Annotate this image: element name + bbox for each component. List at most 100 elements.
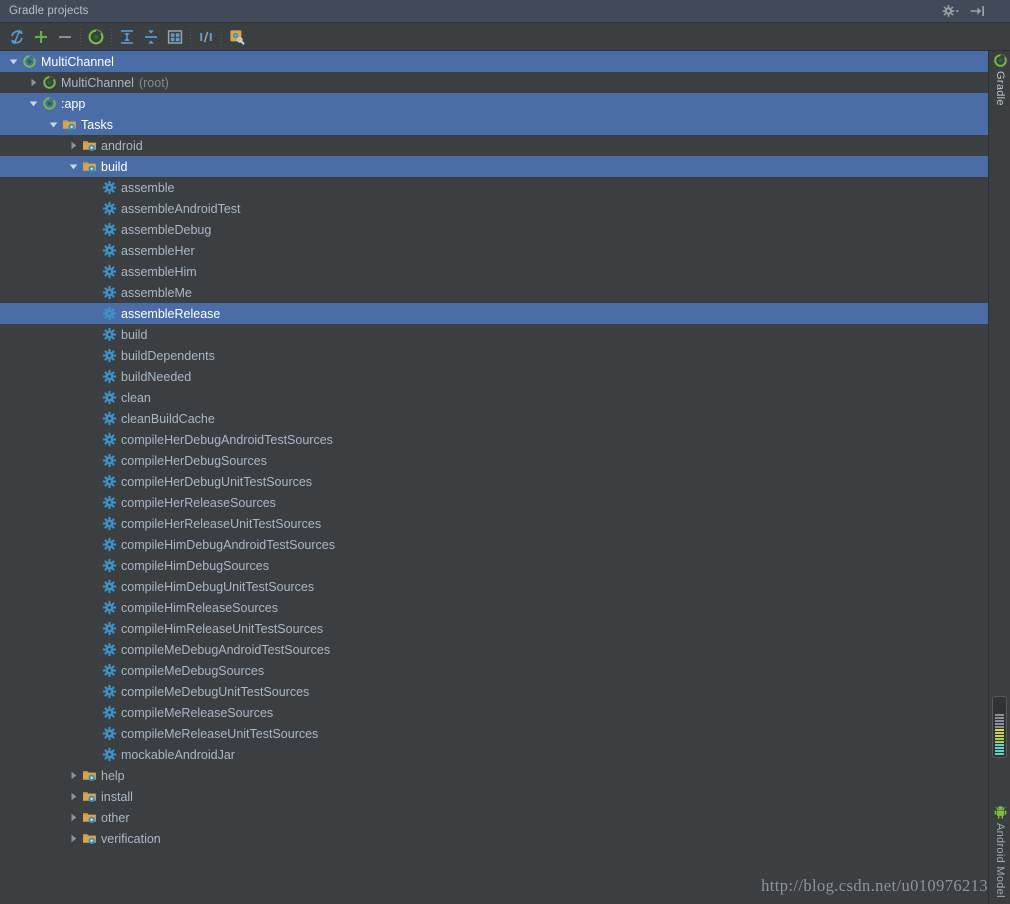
chevron-right-icon[interactable] — [69, 771, 78, 780]
tree-row-label: compileHerDebugAndroidTestSources — [121, 432, 333, 447]
memory-bar — [995, 714, 1004, 716]
hide-tool-window-button[interactable] — [970, 4, 986, 18]
chevron-down-icon[interactable] — [29, 99, 38, 108]
tree-expander — [86, 618, 100, 639]
tree-row[interactable]: Tasks — [0, 114, 988, 135]
tree-row[interactable]: other — [0, 807, 988, 828]
gradle-project-tree[interactable]: MultiChannel MultiChannel (root):app Tasks a… — [0, 51, 988, 904]
tree-row[interactable]: assembleMe — [0, 282, 988, 303]
execute-task-button[interactable] — [84, 25, 108, 49]
task-icon — [100, 744, 118, 765]
task-icon — [102, 285, 116, 300]
gradle-tool-window: Gradle projects MultiChannel MultiChanne… — [0, 0, 1010, 904]
tree-row[interactable]: assembleAndroidTest — [0, 198, 988, 219]
remove-button[interactable] — [53, 25, 77, 49]
task-icon — [102, 306, 116, 321]
tree-row[interactable]: cleanBuildCache — [0, 408, 988, 429]
tree-row[interactable]: buildNeeded — [0, 366, 988, 387]
tree-expander[interactable] — [46, 114, 60, 135]
collapse-all-button[interactable] — [139, 25, 163, 49]
tree-row[interactable]: compileMeDebugAndroidTestSources — [0, 639, 988, 660]
task-icon — [100, 261, 118, 282]
tree-expander[interactable] — [66, 828, 80, 849]
task-icon — [102, 243, 116, 258]
tree-expander — [86, 282, 100, 303]
tree-row[interactable]: compileHimReleaseUnitTestSources — [0, 618, 988, 639]
expand-all-button[interactable] — [115, 25, 139, 49]
tree-row[interactable]: compileHerReleaseUnitTestSources — [0, 513, 988, 534]
tree-row[interactable]: build — [0, 156, 988, 177]
tree-row[interactable]: compileHerReleaseSources — [0, 492, 988, 513]
sidebar-item-android-model[interactable]: Android Model — [989, 805, 1010, 898]
tree-row[interactable]: compileHimReleaseSources — [0, 597, 988, 618]
tree-expander[interactable] — [66, 786, 80, 807]
tree-row[interactable]: mockableAndroidJar — [0, 744, 988, 765]
chevron-right-icon[interactable] — [69, 792, 78, 801]
sidebar-item-gradle[interactable]: Gradle — [989, 53, 1010, 106]
gradle-settings-button[interactable] — [225, 25, 249, 49]
memory-indicator[interactable] — [992, 696, 1007, 758]
tree-row[interactable]: help — [0, 765, 988, 786]
tree-row[interactable]: compileHerDebugSources — [0, 450, 988, 471]
tree-expander[interactable] — [66, 156, 80, 177]
settings-gear-dropdown[interactable] — [942, 4, 960, 18]
chevron-right-icon[interactable] — [69, 813, 78, 822]
refresh-button[interactable] — [5, 25, 29, 49]
tree-row[interactable]: assembleHim — [0, 261, 988, 282]
tree-row[interactable]: android — [0, 135, 988, 156]
tree-row[interactable]: assembleHer — [0, 240, 988, 261]
task-icon — [100, 324, 118, 345]
tree-expander[interactable] — [26, 93, 40, 114]
offline-mode-icon — [200, 31, 212, 42]
tree-row[interactable]: MultiChannel — [0, 51, 988, 72]
tree-row-label: buildNeeded — [121, 369, 192, 384]
chevron-down-icon[interactable] — [69, 162, 78, 171]
tree-row[interactable]: compileMeReleaseSources — [0, 702, 988, 723]
tree-row-label: buildDependents — [121, 348, 215, 363]
task-icon — [102, 180, 116, 195]
tree-expander[interactable] — [26, 72, 40, 93]
tree-row[interactable]: :app — [0, 93, 988, 114]
tree-row[interactable]: verification — [0, 828, 988, 849]
tree-row[interactable]: build — [0, 324, 988, 345]
tree-row[interactable]: compileHimDebugSources — [0, 555, 988, 576]
tree-expander[interactable] — [66, 765, 80, 786]
memory-bar — [995, 741, 1004, 743]
chevron-right-icon[interactable] — [69, 141, 78, 150]
add-button[interactable] — [29, 25, 53, 49]
tree-row[interactable]: compileHerDebugUnitTestSources — [0, 471, 988, 492]
tree-expander[interactable] — [66, 807, 80, 828]
tree-row[interactable]: compileMeDebugUnitTestSources — [0, 681, 988, 702]
gradle-icon — [42, 76, 56, 89]
tree-row[interactable]: MultiChannel (root) — [0, 72, 988, 93]
tree-expander[interactable] — [66, 135, 80, 156]
tree-row[interactable]: clean — [0, 387, 988, 408]
tree-row[interactable]: compileMeDebugSources — [0, 660, 988, 681]
tree-row[interactable]: compileHimDebugAndroidTestSources — [0, 534, 988, 555]
tree-row-label: build — [101, 159, 128, 174]
chevron-right-icon[interactable] — [29, 78, 38, 87]
task-icon — [100, 534, 118, 555]
toggle-offline-button[interactable] — [194, 25, 218, 49]
tree-row[interactable]: assembleDebug — [0, 219, 988, 240]
task-icon — [102, 705, 116, 720]
tree-row[interactable]: compileHimDebugUnitTestSources — [0, 576, 988, 597]
tree-row[interactable]: buildDependents — [0, 345, 988, 366]
tree-expander — [86, 240, 100, 261]
folder-icon — [82, 834, 96, 844]
chevron-down-icon[interactable] — [49, 120, 58, 129]
task-icon — [100, 639, 118, 660]
tree-row[interactable]: compileMeReleaseUnitTestSources — [0, 723, 988, 744]
task-icon — [100, 282, 118, 303]
tree-expander — [86, 303, 100, 324]
chevron-right-icon[interactable] — [69, 834, 78, 843]
tree-row-label: compileMeDebugSources — [121, 663, 265, 678]
task-icon — [100, 387, 118, 408]
tree-row[interactable]: assemble — [0, 177, 988, 198]
tree-row[interactable]: compileHerDebugAndroidTestSources — [0, 429, 988, 450]
tree-row[interactable]: install — [0, 786, 988, 807]
tree-expander[interactable] — [6, 51, 20, 72]
tree-row[interactable]: assembleRelease — [0, 303, 988, 324]
group-modules-button[interactable] — [163, 25, 187, 49]
chevron-down-icon[interactable] — [9, 57, 18, 66]
